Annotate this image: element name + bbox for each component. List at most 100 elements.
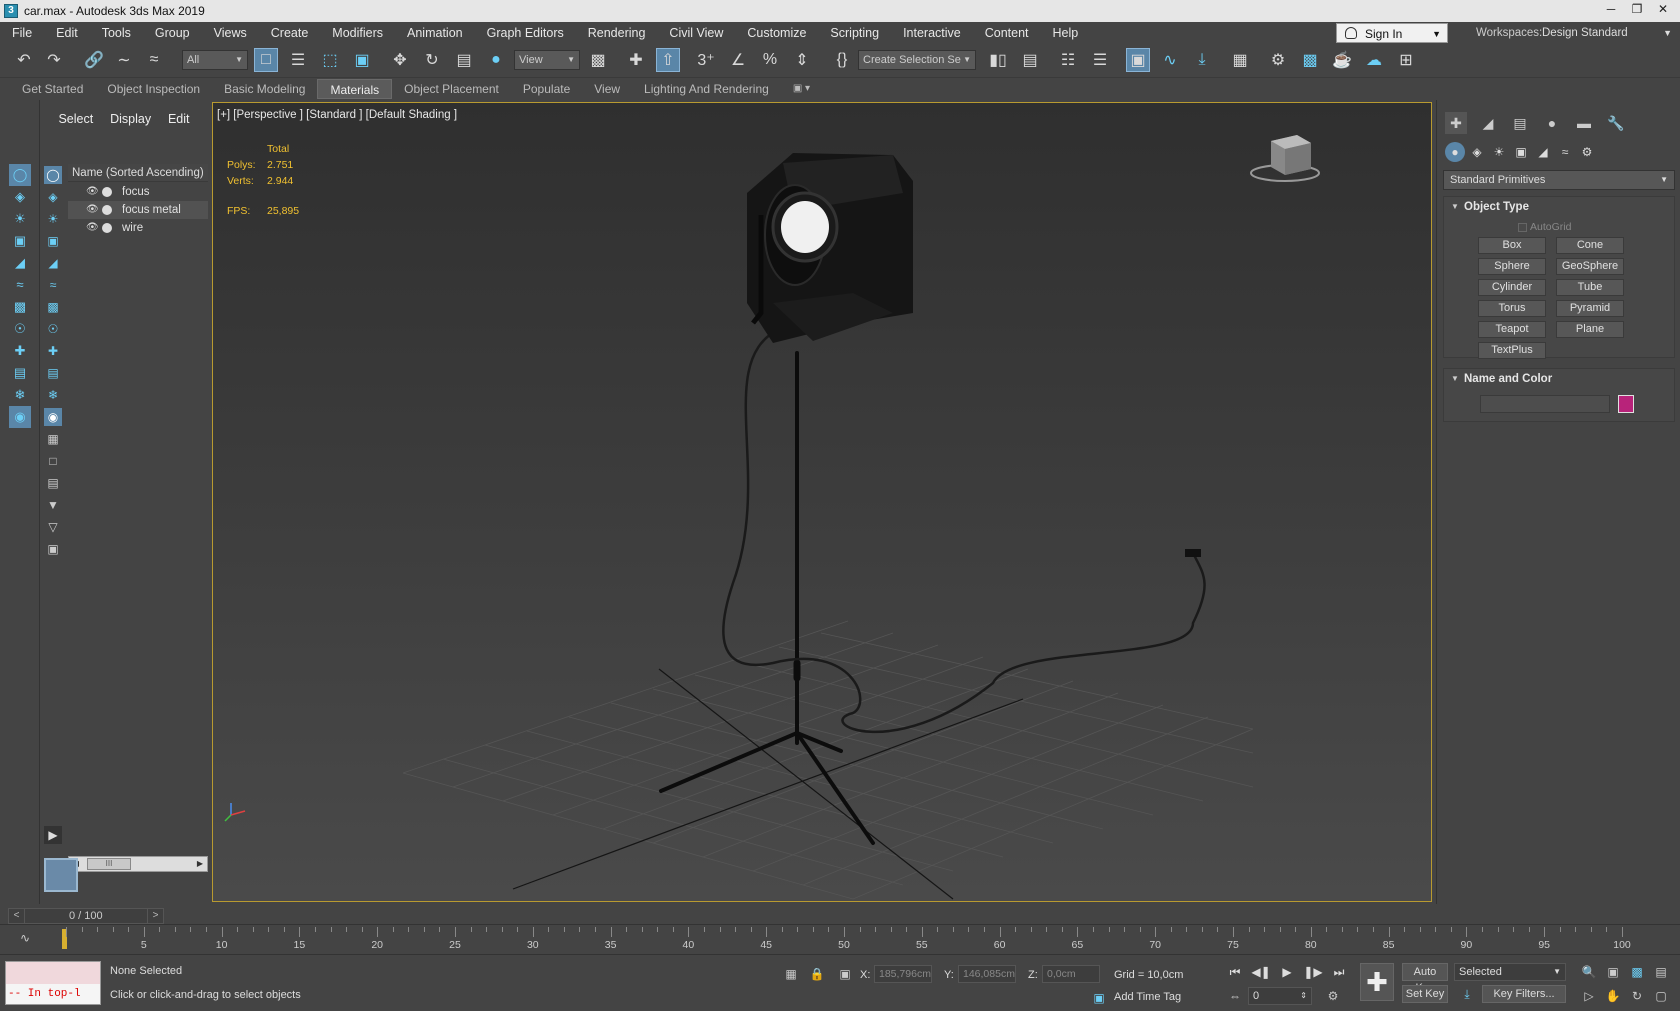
auto-key-button[interactable]: Auto Key (1402, 963, 1448, 994)
y-coordinate-field[interactable]: 146,085cm (958, 965, 1016, 983)
display-object-xrefs-icon[interactable]: ☉ (44, 320, 62, 338)
helpers-icon[interactable]: ◢ (9, 252, 31, 274)
list-item[interactable]: 👁 focus (68, 183, 208, 201)
link-icon[interactable]: 🔗 (82, 48, 106, 72)
filter-icon[interactable]: ▽ (44, 518, 62, 536)
next-frame-icon[interactable]: > (147, 909, 163, 923)
time-slider[interactable]: < 0 / 100 > (8, 908, 164, 924)
display-lights-icon[interactable]: ☀ (44, 210, 62, 228)
schematic-view-icon[interactable]: ⤓ (1190, 48, 1214, 72)
torus-button[interactable]: Torus (1478, 300, 1546, 317)
menu-help[interactable]: Help (1041, 22, 1091, 44)
menu-modifiers[interactable]: Modifiers (320, 22, 395, 44)
move-icon[interactable]: ✥ (388, 48, 412, 72)
lights-icon[interactable]: ☀ (9, 208, 31, 230)
material-editor-icon[interactable]: ▦ (1228, 48, 1252, 72)
scroll-right-icon[interactable]: ▶ (193, 857, 207, 871)
restore-icon[interactable]: ❐ (1624, 0, 1650, 18)
zoom-extents-all-icon[interactable]: ▤ (1652, 963, 1670, 981)
time-configuration-icon[interactable]: ⚙ (1324, 987, 1342, 1005)
perspective-viewport[interactable]: [+] [Perspective ] [Standard ] [Default … (212, 102, 1432, 902)
eye-icon[interactable]: 👁 (86, 219, 99, 237)
pyramid-button[interactable]: Pyramid (1556, 300, 1624, 317)
display-invert-icon[interactable]: ▤ (44, 474, 62, 492)
display-bones-icon[interactable]: ✚ (44, 342, 62, 360)
display-all-icon[interactable]: ▦ (44, 430, 62, 448)
maxscript-listener[interactable]: -- In top-l (5, 961, 101, 1005)
mini-curve-editor-icon[interactable]: ∿ (20, 931, 30, 945)
freeze-icon[interactable] (102, 205, 112, 215)
autogrid-checkbox[interactable]: AutoGrid (1518, 221, 1571, 233)
create-tab-icon[interactable]: ✚ (1445, 112, 1467, 134)
helpers-icon[interactable]: ◢ (1533, 142, 1553, 162)
display-particles-icon[interactable]: ❄ (44, 386, 62, 404)
menu-edit[interactable]: Edit (44, 22, 90, 44)
cameras-icon[interactable]: ▣ (1511, 142, 1531, 162)
filter-selected-icon[interactable]: ▼ (44, 496, 62, 514)
isolate-selection-icon[interactable]: ▦ (782, 965, 800, 983)
camera-icon[interactable]: ▣ (9, 230, 31, 252)
menu-animation[interactable]: Animation (395, 22, 475, 44)
plane-button[interactable]: Plane (1556, 321, 1624, 338)
box-button[interactable]: Box (1478, 237, 1546, 254)
time-tag-icon[interactable]: ▣ (1090, 989, 1108, 1007)
render-in-cloud-icon[interactable]: ☁ (1362, 48, 1386, 72)
menu-scripting[interactable]: Scripting (818, 22, 891, 44)
textplus-button[interactable]: TextPlus (1478, 342, 1546, 359)
toggle-ribbon-icon[interactable]: ▣ (1126, 48, 1150, 72)
display-tab-icon[interactable]: ▬ (1573, 112, 1595, 134)
display-shapes-icon[interactable]: ◈ (44, 188, 62, 206)
name-and-color-header[interactable]: ▼ Name and Color (1444, 369, 1674, 389)
spinner-snap-icon[interactable]: ⇕ (790, 48, 814, 72)
menu-tools[interactable]: Tools (90, 22, 143, 44)
space-warp-icon[interactable]: ≈ (9, 274, 31, 296)
tab-view[interactable]: View (582, 79, 632, 99)
key-filters-button[interactable]: Key Filters... (1482, 985, 1566, 1003)
utilities-tab-icon[interactable]: 🔧 (1605, 112, 1627, 134)
default-tangents-icon[interactable]: ⤓ (1458, 985, 1476, 1003)
snaps-toggle-icon[interactable]: 3⁺ (694, 48, 718, 72)
geosphere-button[interactable]: GeoSphere (1556, 258, 1624, 275)
mirror-icon[interactable]: ▮▯ (986, 48, 1010, 72)
zoom-all-icon[interactable]: ▣ (1604, 963, 1622, 981)
close-icon[interactable]: ✕ (1650, 0, 1676, 18)
set-keys-button[interactable]: ✚ (1360, 963, 1394, 1001)
teapot-button[interactable]: Teapot (1478, 321, 1546, 338)
rectangular-selection-icon[interactable]: ⬚ (318, 48, 342, 72)
eye-icon[interactable]: 👁 (86, 183, 99, 201)
sign-in-button[interactable]: Sign In ▼ (1336, 23, 1448, 43)
orbit-icon[interactable]: ↻ (1628, 987, 1646, 1005)
next-key-icon[interactable]: ❚▶ (1302, 963, 1324, 981)
tab-object-placement[interactable]: Object Placement (392, 79, 511, 99)
reference-coordinate-dropdown[interactable]: View ▼ (514, 50, 580, 70)
current-frame-field[interactable]: 0 ⇕ (1248, 987, 1312, 1005)
hierarchy-tab-icon[interactable]: ▤ (1509, 112, 1531, 134)
display-frozen-icon[interactable]: ◉ (44, 408, 62, 426)
display-geometry-icon[interactable]: ◯ (44, 166, 62, 184)
cone-button[interactable]: Cone (1556, 237, 1624, 254)
tab-populate[interactable]: Populate (511, 79, 582, 99)
tab-edit[interactable]: Edit (168, 112, 190, 126)
tab-select[interactable]: Select (58, 112, 93, 126)
create-icon[interactable]: ◯ (9, 164, 31, 186)
minimize-icon[interactable]: ─ (1598, 0, 1624, 18)
horizontal-scrollbar[interactable]: ◀ III ▶ (68, 856, 208, 872)
tab-lighting-and-rendering[interactable]: Lighting And Rendering (632, 79, 781, 99)
viewport-label[interactable]: [+] [Perspective ] [Standard ] [Default … (217, 109, 457, 121)
sphere-button[interactable]: Sphere (1478, 258, 1546, 275)
freeze-icon[interactable] (102, 187, 112, 197)
menu-file[interactable]: File (0, 22, 44, 44)
tab-basic-modeling[interactable]: Basic Modeling (212, 79, 317, 99)
select-object-icon[interactable]: □ (254, 48, 278, 72)
render-production-icon[interactable]: ☕ (1330, 48, 1354, 72)
key-mode-dropdown[interactable]: Selected ▼ (1454, 963, 1566, 981)
tube-button[interactable]: Tube (1556, 279, 1624, 296)
object-type-header[interactable]: ▼ Object Type (1444, 197, 1674, 217)
tab-get-started[interactable]: Get Started (10, 79, 95, 99)
freeze-icon[interactable] (102, 223, 112, 233)
window-crossing-icon[interactable]: ▣ (350, 48, 374, 72)
shapes-icon[interactable]: ◈ (1467, 142, 1487, 162)
display-space-warps-icon[interactable]: ≈ (44, 276, 62, 294)
edit-named-selection-icon[interactable]: {} (830, 48, 854, 72)
menu-content[interactable]: Content (973, 22, 1041, 44)
